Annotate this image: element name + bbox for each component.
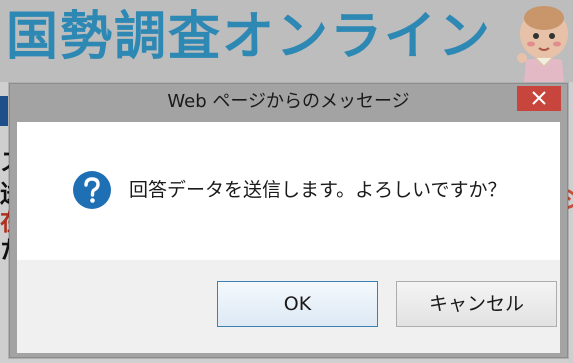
dialog-titlebar[interactable]: Web ページからのメッセージ — [10, 84, 567, 120]
question-icon — [73, 171, 111, 209]
close-button[interactable] — [517, 86, 561, 111]
mascot-image — [517, 6, 568, 82]
dialog-content: 回答データを送信します。よろしいですか？ OK キャンセル — [17, 122, 560, 353]
message-area: 回答データを送信します。よろしいですか？ — [17, 122, 560, 260]
message-dialog: Web ページからのメッセージ 回答データを送信します。よろしいですか？ OK … — [9, 83, 568, 358]
close-icon — [532, 91, 546, 105]
ok-button[interactable]: OK — [217, 281, 378, 327]
site-banner: 国勢調査オンライン — [0, 0, 573, 82]
dialog-message: 回答データを送信します。よろしいですか？ — [129, 179, 507, 201]
site-title: 国勢調査オンライン — [6, 7, 493, 67]
dialog-title: Web ページからのメッセージ — [167, 91, 410, 112]
section-bar — [0, 96, 8, 126]
cancel-button[interactable]: キャンセル — [396, 281, 557, 327]
button-area: OK キャンセル — [17, 260, 560, 353]
